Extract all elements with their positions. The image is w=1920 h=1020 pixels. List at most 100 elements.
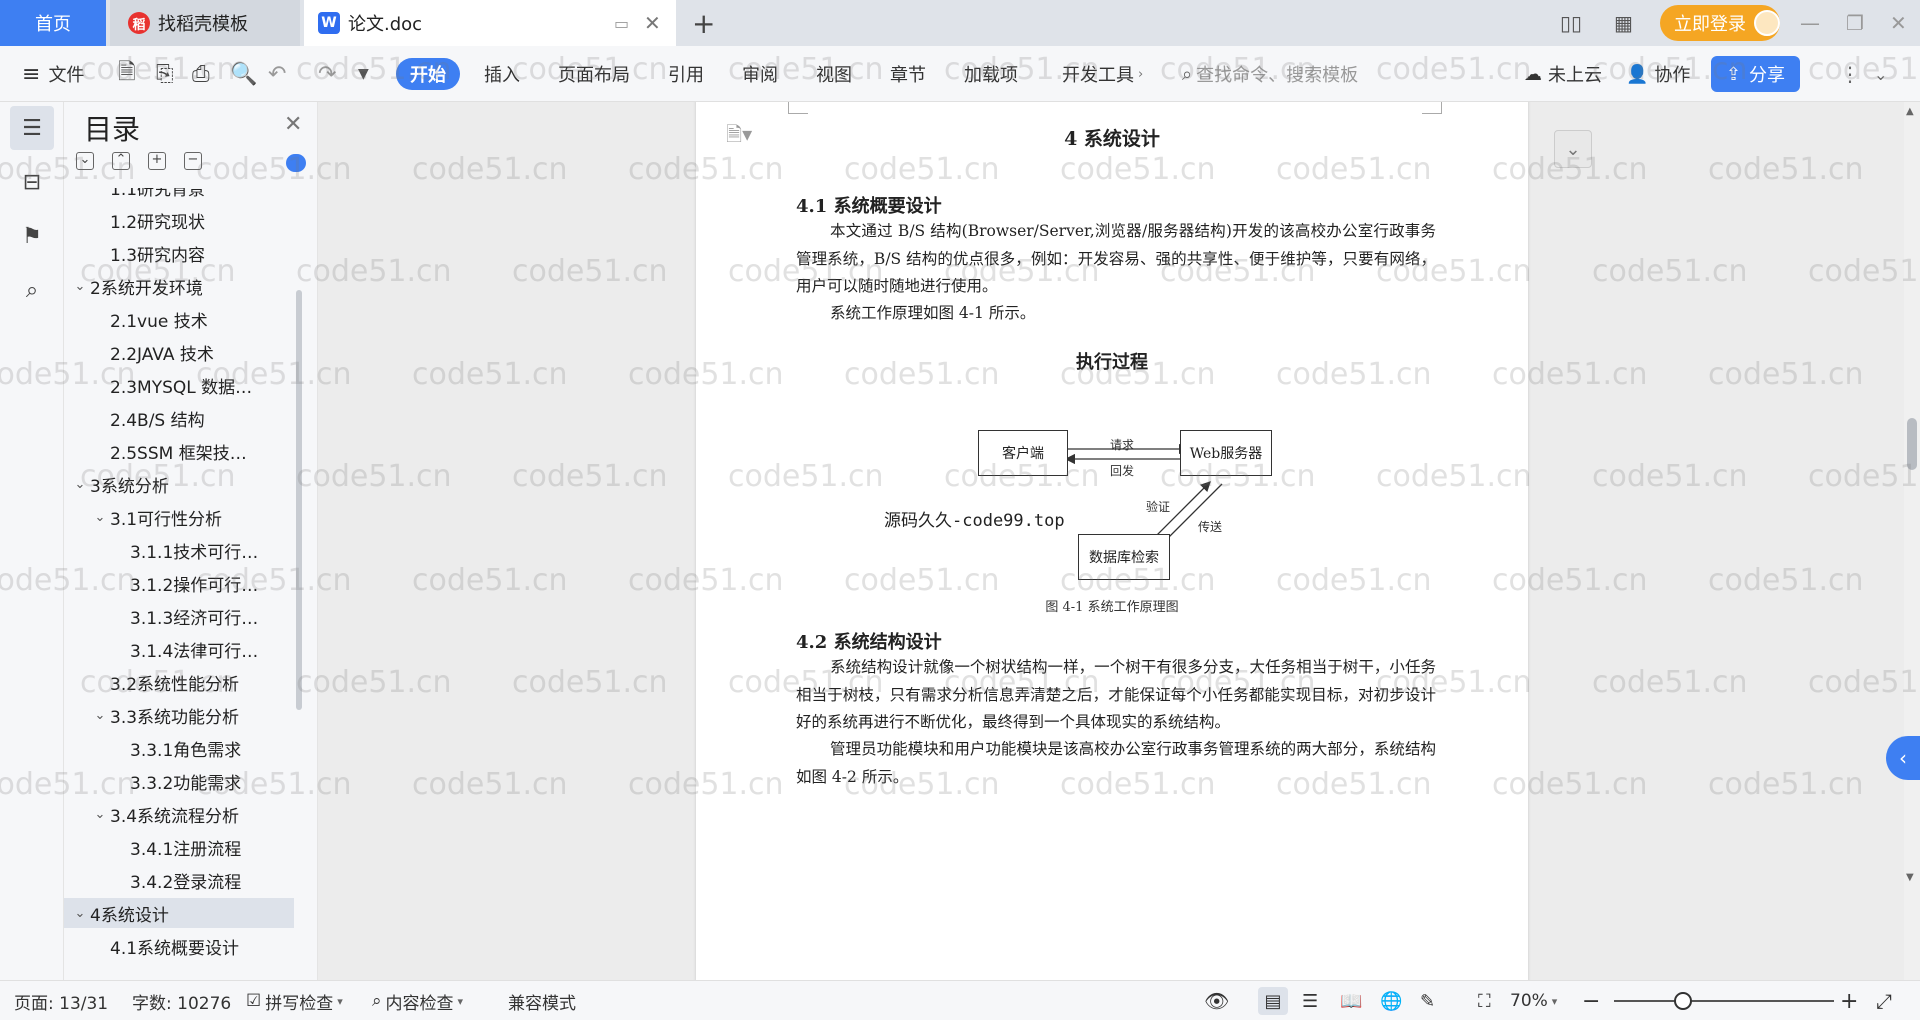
chevron-down-icon[interactable]: ⌄ <box>90 807 110 822</box>
chevron-down-icon[interactable]: ⌄ <box>90 510 110 525</box>
remove-heading-icon[interactable]: − <box>184 152 202 170</box>
toc-item[interactable]: 3.2系统性能分析 <box>64 667 294 697</box>
expand-all-icon[interactable]: ⌄ <box>76 152 94 170</box>
zoom-in-icon[interactable]: + <box>1840 981 1858 1020</box>
command-search[interactable]: ⌕ 查找命令、搜索模板 <box>1182 46 1358 102</box>
share-button[interactable]: ⇪ 分享 <box>1711 56 1800 92</box>
login-button[interactable]: 立即登录 <box>1660 5 1780 41</box>
ai-assistant-icon[interactable] <box>286 154 306 172</box>
menu-start[interactable]: 开始 <box>396 58 460 90</box>
toc-item[interactable]: 3.3.1角色需求 <box>64 733 294 763</box>
fit-page-icon[interactable]: ⛶ <box>1478 981 1491 1020</box>
scroll-up-icon[interactable]: ▲ <box>1906 106 1914 117</box>
print-preview-icon[interactable]: 🔍 <box>230 46 257 102</box>
vertical-scrollbar[interactable]: ▲ ▼ <box>1904 102 1920 980</box>
toc-item[interactable]: ⌄ 3.3系统功能分析 <box>64 700 294 730</box>
fullscreen-icon[interactable]: ⤢ <box>1876 981 1892 1020</box>
toc-item[interactable]: 3.4.2登录流程 <box>64 865 294 895</box>
menu-addins[interactable]: 加载项 <box>964 46 1018 102</box>
collapse-all-icon[interactable]: ⌃ <box>112 152 130 170</box>
write-mode-icon[interactable]: ✎ <box>1420 981 1435 1020</box>
toc-item[interactable]: 2.1vue 技术 <box>64 304 294 334</box>
quick-access-dropdown-icon[interactable]: ▼ <box>358 46 369 102</box>
toc-item[interactable]: 3.4.1注册流程 <box>64 832 294 862</box>
document-page[interactable]: 🗎▾ 4 系统设计 4.1 系统概要设计 本文通过 B/S 结构(Browser… <box>696 102 1528 980</box>
navigation-icon[interactable]: ⊟ <box>10 160 54 204</box>
tab-templates[interactable]: 稻 找稻壳模板 <box>110 0 300 46</box>
tab-monitor-icon[interactable]: ▭ <box>614 14 629 33</box>
toc-panel-icon[interactable]: ☰ <box>10 106 54 150</box>
toc-item[interactable]: ⌄ 2系统开发环境 <box>64 271 294 301</box>
toc-item[interactable]: 3.3.2功能需求 <box>64 766 294 796</box>
new-tab-button[interactable]: + <box>692 0 715 46</box>
collapse-ribbon-icon[interactable]: ⌄ <box>1874 46 1887 102</box>
menu-developer[interactable]: 开发工具 › <box>1062 46 1143 102</box>
toc-item[interactable]: 2.5SSM 框架技… <box>64 436 294 466</box>
chevron-down-icon[interactable]: ⌄ <box>70 279 90 294</box>
reading-view-icon[interactable]: 📖 <box>1340 981 1362 1020</box>
tab-document[interactable]: W 论文.doc ▭ ✕ <box>304 0 676 46</box>
toc-item[interactable]: 3.1.3经济可行… <box>64 601 294 631</box>
menu-insert[interactable]: 插入 <box>484 46 520 102</box>
spell-check-button[interactable]: ☑ 拼写检查 ▾ <box>246 981 343 1020</box>
chevron-down-icon[interactable]: ⌄ <box>70 477 90 492</box>
zoom-out-icon[interactable]: − <box>1582 981 1600 1020</box>
more-icon[interactable]: ⋮ <box>1840 46 1860 102</box>
page-count[interactable]: 页面: 13/31 <box>14 981 108 1020</box>
minimize-icon[interactable]: — <box>1800 0 1820 46</box>
close-icon[interactable]: ✕ <box>284 112 302 137</box>
toc-item[interactable]: 2.3MYSQL 数据… <box>64 370 294 400</box>
toc-item[interactable]: 1.1研究背景 <box>64 188 294 202</box>
redo-icon[interactable]: ↷ <box>318 46 336 102</box>
toc-scrollbar[interactable] <box>296 290 302 710</box>
toc-item[interactable]: 1.2研究现状 <box>64 205 294 235</box>
scroll-down-icon[interactable]: ▼ <box>1906 872 1914 883</box>
tab-home[interactable]: 首页 <box>0 0 106 46</box>
layout-icon[interactable]: ▯▯ <box>1560 0 1582 46</box>
eye-protection-icon[interactable]: 👁 <box>1204 981 1229 1020</box>
filter-icon[interactable]: ⌄ <box>1554 130 1592 168</box>
apps-grid-icon[interactable]: ▦ <box>1614 0 1633 46</box>
close-window-icon[interactable]: ✕ <box>1890 0 1907 46</box>
print-icon[interactable]: ⎙ <box>192 46 210 102</box>
scroll-thumb[interactable] <box>1907 418 1917 470</box>
web-view-icon[interactable]: 🌐 <box>1380 981 1402 1020</box>
undo-icon[interactable]: ↶ <box>268 46 286 102</box>
toc-item[interactable]: ⌄ 3.1可行性分析 <box>64 502 294 532</box>
toc-item[interactable]: ⌄ 3系统分析 <box>64 469 294 499</box>
toc-item[interactable]: 4.1系统概要设计 <box>64 931 294 961</box>
menu-references[interactable]: 引用 <box>668 46 704 102</box>
zoom-level-dropdown[interactable]: 70% ▾ <box>1510 981 1557 1020</box>
toc-item[interactable]: 1.3研究内容 <box>64 238 294 268</box>
tab-close-icon[interactable]: ✕ <box>644 11 661 35</box>
export-pdf-icon[interactable]: ⎘ <box>156 46 174 102</box>
bookmark-icon[interactable]: ⚑ <box>10 214 54 258</box>
chevron-down-icon[interactable]: ⌄ <box>70 906 90 921</box>
find-icon[interactable]: ⌕ <box>10 268 54 312</box>
outline-view-icon[interactable]: ☰ <box>1302 981 1318 1020</box>
add-heading-icon[interactable]: + <box>148 152 166 170</box>
toc-item[interactable]: 3.1.1技术可行… <box>64 535 294 565</box>
menu-page-layout[interactable]: 页面布局 <box>558 46 630 102</box>
maximize-icon[interactable]: ❐ <box>1846 0 1864 46</box>
menu-view[interactable]: 视图 <box>816 46 852 102</box>
menu-chapter[interactable]: 章节 <box>890 46 926 102</box>
chevron-down-icon[interactable]: ⌄ <box>90 708 110 723</box>
toc-item[interactable]: ⌄ 4系统设计 <box>64 898 294 928</box>
file-menu[interactable]: ≡ 文件 <box>22 46 84 102</box>
cloud-status-button[interactable]: ☁ 未上云 <box>1524 46 1602 102</box>
toc-item[interactable]: 2.2JAVA 技术 <box>64 337 294 367</box>
content-check-button[interactable]: ⌕ 内容检查 ▾ <box>372 981 463 1020</box>
collaborate-button[interactable]: 👤 协作 <box>1626 46 1690 102</box>
zoom-slider-track[interactable] <box>1614 1000 1834 1002</box>
word-count[interactable]: 字数: 10276 <box>132 981 231 1020</box>
menu-references-label: 引用 <box>668 65 704 86</box>
toc-item[interactable]: ⌄ 3.4系统流程分析 <box>64 799 294 829</box>
zoom-slider-handle[interactable] <box>1674 992 1692 1010</box>
toc-item[interactable]: 2.4B/S 结构 <box>64 403 294 433</box>
toc-item[interactable]: 3.1.4法律可行… <box>64 634 294 664</box>
toc-item[interactable]: 3.1.2操作可行… <box>64 568 294 598</box>
menu-review[interactable]: 审阅 <box>742 46 778 102</box>
save-icon[interactable]: 🗎 <box>118 46 136 102</box>
page-view-icon[interactable]: ▤ <box>1258 987 1288 1015</box>
